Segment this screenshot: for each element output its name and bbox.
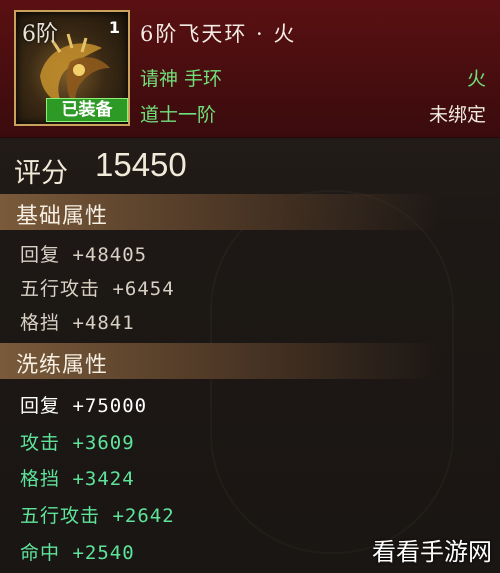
- item-header: 6阶 1 已装备 6阶飞天环 · 火 请神 手环 火 道士一阶 未绑定: [0, 0, 500, 138]
- basic-attr-block: 格挡 +4841: [20, 312, 135, 334]
- item-title: 6阶飞天环 · 火: [140, 22, 297, 46]
- item-type: 请神 手环: [140, 68, 223, 90]
- item-tooltip-panel: 6阶 1 已装备 6阶飞天环 · 火 请神 手环 火 道士一阶 未绑定 评分 1…: [0, 0, 500, 573]
- item-bind-status: 未绑定: [428, 104, 486, 126]
- score-value: 15450: [95, 146, 187, 183]
- refine-attr-block: 格挡 +3424: [20, 468, 135, 490]
- basic-attributes-header: 基础属性: [0, 194, 440, 230]
- refine-attr-attack: 攻击 +3609: [20, 432, 135, 454]
- refine-attr-element-attack: 五行攻击 +2642: [20, 505, 175, 527]
- basic-attr-recovery: 回复 +48405: [20, 244, 148, 266]
- basic-attributes-title: 基础属性: [16, 204, 109, 229]
- score-label: 评分: [14, 158, 68, 189]
- site-watermark: 看看手游网: [372, 538, 492, 566]
- refine-attributes-header: 洗练属性: [0, 343, 440, 379]
- item-tier-label: 6阶: [22, 22, 58, 47]
- item-element: 火: [466, 68, 486, 90]
- basic-attr-element-attack: 五行攻击 +6454: [20, 278, 175, 300]
- item-icon-slot[interactable]: 6阶 1 已装备: [14, 10, 130, 126]
- refine-attr-hit: 命中 +2540: [20, 542, 135, 564]
- equipped-badge: 已装备: [46, 98, 128, 122]
- item-class-requirement: 道士一阶: [140, 104, 217, 126]
- item-count: 1: [108, 18, 120, 37]
- refine-attr-recovery: 回复 +75000: [20, 395, 148, 417]
- refine-attributes-title: 洗练属性: [16, 353, 109, 378]
